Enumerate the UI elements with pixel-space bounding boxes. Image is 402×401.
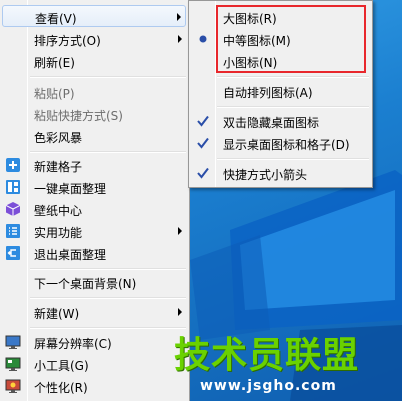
submenu-item-show-icons-and-grids[interactable]: 显示桌面图标和格子(D) <box>191 132 371 154</box>
menu-item-paste: 粘贴(P) <box>2 81 186 103</box>
submenu-item-label: 自动排列图标(A) <box>223 86 313 100</box>
menu-item-label: 个性化(R) <box>34 381 88 395</box>
desktop-context-menu: 查看(V) 排序方式(O) 刷新(E) 粘贴(P) 粘贴快捷方式(S) 色彩风暴… <box>0 0 190 401</box>
submenu-arrow-icon <box>178 308 182 316</box>
menu-item-sort-by[interactable]: 排序方式(O) <box>2 28 186 50</box>
monitor-icon <box>5 334 21 350</box>
menu-item-wallpaper-center[interactable]: 壁纸中心 <box>2 198 186 220</box>
cube-icon <box>5 201 21 217</box>
submenu-arrow-icon <box>177 13 181 21</box>
submenu-item-auto-arrange[interactable]: 自动排列图标(A) <box>191 80 371 102</box>
watermark-url: www.jsgho.com <box>200 378 337 394</box>
personalize-icon <box>5 378 21 394</box>
menu-item-personalize[interactable]: 个性化(R) <box>2 375 186 397</box>
menu-item-label: 实用功能 <box>34 226 83 240</box>
menu-separator <box>30 297 186 299</box>
checkmark-icon <box>194 112 212 130</box>
menu-item-next-background[interactable]: 下一个桌面背景(N) <box>2 271 186 293</box>
menu-item-view[interactable]: 查看(V) <box>2 5 186 27</box>
menu-item-new[interactable]: 新建(W) <box>2 301 186 323</box>
menu-separator <box>30 76 186 78</box>
menu-item-utilities[interactable]: 实用功能 <box>2 220 186 242</box>
list-icon <box>5 223 21 239</box>
menu-item-label: 壁纸中心 <box>34 204 83 218</box>
menu-item-label: 查看(V) <box>35 12 77 26</box>
submenu-item-label: 双击隐藏桌面图标 <box>223 116 320 130</box>
submenu-arrow-icon <box>178 35 182 43</box>
menu-item-label: 新建(W) <box>34 307 80 321</box>
submenu-item-label: 显示桌面图标和格子(D) <box>223 138 350 152</box>
menu-item-label: 粘贴(P) <box>34 87 75 101</box>
menu-item-label: 色彩风暴 <box>34 131 83 145</box>
menu-item-label: 新建格子 <box>34 160 83 174</box>
submenu-separator <box>217 158 369 160</box>
menu-item-label: 下一个桌面背景(N) <box>34 277 137 291</box>
checkmark-icon <box>194 134 212 152</box>
menu-item-label: 刷新(E) <box>34 56 75 70</box>
menu-separator <box>30 151 186 153</box>
menu-item-new-grid[interactable]: 新建格子 <box>2 154 186 176</box>
exit-icon <box>5 245 21 261</box>
menu-item-refresh[interactable]: 刷新(E) <box>2 50 186 72</box>
menu-item-label: 排序方式(O) <box>34 34 101 48</box>
menu-item-paste-shortcut: 粘贴快捷方式(S) <box>2 103 186 125</box>
checkmark-icon <box>194 164 212 182</box>
radio-selected-icon <box>194 30 212 48</box>
menu-item-color-storm[interactable]: 色彩风暴 <box>2 125 186 147</box>
red-highlight-box <box>216 5 366 73</box>
watermark-title: 技术员联盟 <box>174 335 360 376</box>
menu-item-exit-organize[interactable]: 退出桌面整理 <box>2 242 186 264</box>
menu-item-label: 粘贴快捷方式(S) <box>34 109 123 123</box>
submenu-item-label: 快捷方式小箭头 <box>223 168 308 182</box>
menu-item-label: 退出桌面整理 <box>34 248 107 262</box>
menu-item-one-click-organize[interactable]: 一键桌面整理 <box>2 176 186 198</box>
menu-item-screen-resolution[interactable]: 屏幕分辨率(C) <box>2 331 186 353</box>
grid-icon <box>5 179 21 195</box>
menu-item-gadgets[interactable]: 小工具(G) <box>2 353 186 375</box>
submenu-item-shortcut-arrow[interactable]: 快捷方式小箭头 <box>191 162 371 184</box>
menu-item-label: 屏幕分辨率(C) <box>34 337 112 351</box>
submenu-item-double-click-hide[interactable]: 双击隐藏桌面图标 <box>191 110 371 132</box>
menu-item-label: 一键桌面整理 <box>34 182 107 196</box>
gadgets-icon <box>5 356 21 372</box>
plus-icon <box>5 157 21 173</box>
submenu-separator <box>217 106 369 108</box>
menu-separator <box>30 268 186 270</box>
menu-separator <box>30 327 186 329</box>
submenu-separator <box>217 76 369 78</box>
menu-item-label: 小工具(G) <box>34 359 89 373</box>
submenu-arrow-icon <box>178 227 182 235</box>
